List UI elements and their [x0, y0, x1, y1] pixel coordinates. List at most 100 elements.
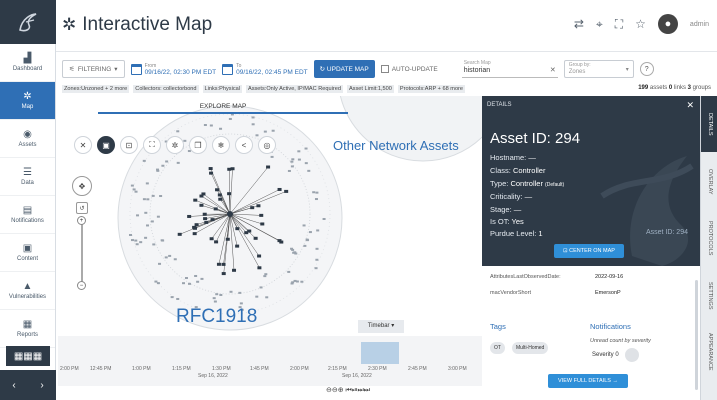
asset-node[interactable]	[213, 300, 217, 303]
asset-node[interactable]	[173, 258, 177, 261]
asset-node[interactable]	[203, 124, 207, 127]
asset-node[interactable]	[135, 243, 139, 246]
asset-node[interactable]	[213, 207, 218, 211]
asset-node[interactable]	[215, 188, 220, 192]
asset-node[interactable]	[156, 168, 160, 171]
asset-node[interactable]	[290, 160, 294, 163]
asset-node[interactable]	[144, 211, 148, 214]
asset-node[interactable]	[265, 296, 269, 299]
asset-node[interactable]	[142, 159, 146, 162]
sidebar-item-reports[interactable]: ▦ Reports	[0, 310, 55, 348]
asset-node[interactable]	[300, 280, 304, 283]
tab-explore-map[interactable]: EXPLORE MAP	[98, 100, 348, 114]
asset-node[interactable]	[227, 167, 232, 171]
filter-chip[interactable]: Collectors: collectorbond	[133, 85, 199, 93]
asset-node[interactable]	[244, 231, 249, 235]
asset-node[interactable]	[227, 192, 232, 196]
details-scrollbar[interactable]	[695, 280, 698, 390]
filtering-button[interactable]: ⚟ FILTERING ▾	[62, 60, 125, 78]
asset-node[interactable]	[194, 223, 199, 227]
asset-node[interactable]	[287, 169, 291, 172]
asset-node[interactable]	[251, 123, 255, 126]
sidebar-item-dashboard[interactable]: ▟ Dashboard	[0, 44, 55, 82]
asset-node[interactable]	[219, 293, 223, 296]
close-icon[interactable]: ✕	[686, 100, 694, 111]
help-icon[interactable]: ?	[639, 62, 654, 76]
asset-node[interactable]	[266, 165, 271, 169]
filter-chip[interactable]: Links:Physical	[202, 85, 242, 93]
tab-appearance[interactable]: APPEARANCE	[701, 324, 717, 380]
chevron-left-icon[interactable]: ‹	[12, 380, 15, 391]
network-graph[interactable]	[58, 96, 482, 336]
asset-node[interactable]	[228, 117, 232, 120]
asset-node[interactable]	[255, 295, 259, 298]
auto-update-toggle[interactable]: AUTO-UPDATE	[380, 65, 438, 73]
tab-protocols[interactable]: PROTOCOLS	[701, 210, 717, 266]
asset-node[interactable]	[132, 188, 136, 191]
asset-node[interactable]	[182, 282, 186, 285]
filter-chip[interactable]: Asset Limit:1,500	[346, 85, 394, 93]
asset-node[interactable]	[297, 150, 301, 153]
asset-node[interactable]	[168, 254, 172, 257]
sidebar-item-assets[interactable]: ◉ Assets	[0, 120, 55, 158]
share-icon[interactable]: <	[235, 136, 253, 154]
asset-node[interactable]	[193, 226, 198, 230]
group-by-select[interactable]: Group by: Zones ▾	[563, 60, 634, 78]
asset-node[interactable]	[251, 116, 255, 119]
asset-node[interactable]	[218, 197, 223, 201]
asset-node[interactable]	[260, 222, 265, 226]
playback-buttons[interactable]: ⊖⊖⊕ ⏮⏯⏭⏭	[326, 386, 370, 395]
asset-node[interactable]	[259, 286, 263, 289]
asset-node[interactable]	[253, 236, 258, 240]
asset-node[interactable]	[250, 206, 255, 210]
asset-node[interactable]	[304, 162, 308, 165]
asset-node[interactable]	[176, 130, 180, 133]
star-icon[interactable]: ☆	[635, 17, 646, 31]
asset-node[interactable]	[139, 241, 143, 244]
update-map-button[interactable]: ↻ UPDATE MAP	[313, 60, 375, 78]
asset-node[interactable]	[146, 224, 150, 227]
asset-node[interactable]	[194, 274, 198, 277]
asset-node[interactable]	[187, 282, 191, 285]
timeline-selection[interactable]	[361, 342, 399, 364]
asset-node[interactable]	[209, 237, 214, 241]
asset-node[interactable]	[263, 275, 267, 278]
view-full-details-button[interactable]: VIEW FULL DETAILS →	[548, 374, 628, 388]
asset-node[interactable]	[146, 198, 150, 201]
asset-node[interactable]	[152, 243, 156, 246]
filter-chip[interactable]: Protocols:ARP + 68 more	[397, 85, 466, 93]
asset-node[interactable]	[208, 167, 213, 171]
sidebar-item-map[interactable]: ✲ Map	[0, 82, 55, 120]
checkbox[interactable]	[380, 65, 389, 73]
asset-node[interactable]	[314, 267, 318, 270]
asset-node[interactable]	[217, 193, 222, 197]
asset-node[interactable]	[212, 297, 216, 300]
center-on-map-button[interactable]: ⊡ CENTER ON MAP	[554, 244, 624, 258]
copy-icon[interactable]: ❐	[189, 136, 207, 154]
asset-node[interactable]	[229, 290, 233, 293]
asset-node[interactable]	[161, 164, 165, 167]
asset-node[interactable]	[201, 192, 206, 196]
asset-node[interactable]	[259, 213, 264, 217]
asset-node[interactable]	[316, 229, 320, 232]
asset-node[interactable]	[263, 130, 267, 133]
reset-view-icon[interactable]: ↺	[76, 202, 88, 214]
asset-node[interactable]	[291, 158, 295, 161]
asset-node[interactable]	[159, 195, 163, 198]
asset-node[interactable]	[302, 224, 306, 227]
asset-node[interactable]	[257, 254, 262, 258]
asset-node[interactable]	[165, 160, 169, 163]
asset-node[interactable]	[235, 244, 240, 248]
asset-node[interactable]	[256, 204, 261, 208]
asset-node[interactable]	[156, 215, 160, 218]
asset-node[interactable]	[199, 203, 204, 207]
asset-node[interactable]	[144, 236, 148, 239]
asset-node[interactable]	[291, 281, 295, 284]
asset-node[interactable]	[292, 251, 296, 254]
settings-icon[interactable]: ❄	[212, 136, 230, 154]
asset-node[interactable]	[291, 248, 295, 251]
asset-node[interactable]	[156, 282, 160, 285]
asset-node[interactable]	[150, 220, 154, 223]
asset-node[interactable]	[219, 127, 223, 130]
asset-node[interactable]	[176, 297, 180, 300]
